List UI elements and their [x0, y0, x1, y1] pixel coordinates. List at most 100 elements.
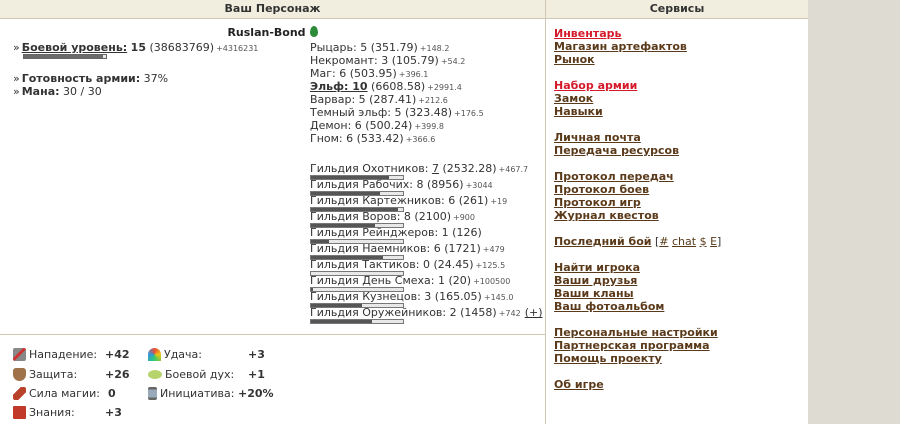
faction-level-delta: +366.6	[405, 135, 436, 144]
guild-entry: Гильдия Воров: 8 (2100) +900	[310, 210, 542, 228]
guild-name: Гильдия Рабочих: 8	[310, 178, 424, 191]
combat-level-label[interactable]: Боевой уровень:	[22, 41, 127, 54]
rainbow-icon	[148, 348, 161, 361]
guild-entry: Гильдия День Смеха: 1 (20) +100500	[310, 274, 542, 292]
link-last-battle-chat[interactable]: chat	[672, 235, 696, 248]
character-panel: Ваш Персонаж Ruslan-Bond » Боевой уровень…	[0, 0, 546, 424]
faction-level-label: Варвар: 5 (287.41)	[310, 93, 417, 106]
combat-level-progress	[23, 54, 107, 59]
link-quest-log[interactable]: Журнал квестов	[554, 209, 659, 222]
guild-name: Гильдия Картежников: 6	[310, 194, 456, 207]
guild-points: (2532.28)	[438, 162, 497, 175]
link-army[interactable]: Набор армии	[554, 79, 637, 92]
faction-level-delta: +399.8	[414, 122, 444, 131]
faction-level-delta: +54.2	[440, 57, 466, 66]
guild-expand-link[interactable]: (+)	[525, 306, 543, 319]
guild-points: (1721)	[440, 242, 481, 255]
faction-level: Некромант: 3 (105.79) +54.2	[310, 54, 540, 67]
mana-label: Мана:	[21, 85, 60, 98]
link-last-battle[interactable]: Последний бой	[554, 235, 651, 248]
link-inventory[interactable]: Инвентарь	[554, 27, 621, 40]
guild-delta: +479	[482, 245, 505, 254]
mana-value: 30 / 30	[63, 85, 102, 98]
faction-level-delta: +148.2	[419, 44, 450, 53]
hero-stats: » Боевой уровень: 15 (38683769) +4316231 »…	[13, 41, 303, 98]
guild-line: Гильдия Оружейников: 2 (1458) +742 (+)	[310, 306, 543, 319]
attr-morale: Боевой дух: +1	[148, 367, 265, 383]
faction-level: Варвар: 5 (287.41) +212.6	[310, 93, 540, 106]
faction-levels: Рыцарь: 5 (351.79) +148.2 Некромант: 3 (10…	[310, 41, 540, 145]
guild-levels: Гильдия Охотников: 7 (2532.28) +467.7 Гиль…	[310, 162, 543, 324]
guild-entry: Гильдия Рабочих: 8 (8956) +3044	[310, 178, 542, 196]
link-clans[interactable]: Ваши кланы	[554, 287, 634, 300]
combat-level-delta: +4316231	[216, 44, 259, 53]
link-partner[interactable]: Партнерская программа	[554, 339, 710, 352]
guild-entry: Гильдия Кузнецов: 3 (165.05) +145.0	[310, 290, 542, 308]
army-ready-label: Готовность армии:	[21, 72, 141, 85]
hero-name: Ruslan-Bond	[227, 26, 306, 39]
guild-line: Гильдия Тактиков: 0 (24.45) +125.5	[310, 258, 542, 271]
army-ready-value: 37%	[143, 72, 169, 85]
link-help[interactable]: Помощь проекту	[554, 352, 662, 365]
guild-points: (165.05)	[431, 290, 482, 303]
faction-level: Темный эльф: 5 (323.48) +176.5	[310, 106, 540, 119]
guild-level-link[interactable]: 7	[432, 162, 439, 175]
link-last-battle-hash[interactable]: #	[659, 235, 668, 248]
guild-line: Гильдия Охотников: 7 (2532.28) +467.7	[310, 162, 542, 175]
guild-delta: +742	[498, 309, 521, 318]
services-panel-header: Сервисы	[546, 0, 808, 19]
guild-name: Гильдия Наемников: 6	[310, 242, 441, 255]
page: Ваш Персонаж Ruslan-Bond » Боевой уровень…	[0, 0, 900, 424]
guild-entry: Гильдия Оружейников: 2 (1458) +742 (+)	[310, 306, 543, 324]
arrow-icon: »	[13, 41, 20, 54]
magic-wand-icon	[13, 387, 26, 400]
link-transfer-log[interactable]: Протокол передач	[554, 170, 674, 183]
link-settings[interactable]: Персональные настройки	[554, 326, 718, 339]
combat-level: » Боевой уровень: 15 (38683769) +4316231	[13, 41, 303, 54]
link-skills[interactable]: Навыки	[554, 105, 603, 118]
link-artifact-shop[interactable]: Магазин артефактов	[554, 40, 687, 53]
link-about[interactable]: Об игре	[554, 378, 604, 391]
faction-level-label: Некромант: 3 (105.79)	[310, 54, 439, 67]
mana: » Мана: 30 / 30	[13, 85, 303, 98]
guild-line: Гильдия Наемников: 6 (1721) +479	[310, 242, 542, 255]
faction-level-exp: (6608.58)	[367, 80, 426, 93]
combat-level-exp: (38683769)	[149, 41, 215, 54]
guild-points: (1458)	[456, 306, 497, 319]
services-panel: Сервисы Инвентарь Магазин артефактов Рын…	[546, 0, 808, 424]
link-battle-log[interactable]: Протокол боев	[554, 183, 649, 196]
guild-name: Гильдия Воров: 8	[310, 210, 411, 223]
link-market[interactable]: Рынок	[554, 53, 595, 66]
guild-line: Гильдия Рабочих: 8 (8956) +3044	[310, 178, 542, 191]
shield-icon	[13, 368, 26, 381]
character-panel-header: Ваш Персонаж	[0, 0, 545, 19]
link-last-battle-e[interactable]: E	[710, 235, 717, 248]
guild-delta: +145.0	[483, 293, 514, 302]
guild-entry: Гильдия Рейнджеров: 1 (126)	[310, 226, 542, 244]
faction-level: Эльф: 10 (6608.58) +2991.4	[310, 80, 540, 93]
faction-level-label: Демон: 6 (500.24)	[310, 119, 413, 132]
guild-name: Гильдия День Смеха: 1	[310, 274, 445, 287]
guild-progress-fill	[311, 320, 372, 323]
faction-level-label: Темный эльф: 5 (323.48)	[310, 106, 453, 119]
link-album[interactable]: Ваш фотоальбом	[554, 300, 664, 313]
attr-luck: Удача: +3	[148, 347, 265, 363]
faction-level: Демон: 6 (500.24) +399.8	[310, 119, 540, 132]
attr-knowledge: Знания: +3	[13, 405, 122, 421]
link-last-battle-dollar[interactable]: $	[700, 235, 707, 248]
faction-level-main[interactable]: Эльф: 10	[310, 80, 368, 93]
link-game-log[interactable]: Протокол игр	[554, 196, 641, 209]
link-castle[interactable]: Замок	[554, 92, 593, 105]
hourglass-icon	[148, 387, 157, 400]
link-transfer[interactable]: Передача ресурсов	[554, 144, 679, 157]
link-find-player[interactable]: Найти игрока	[554, 261, 640, 274]
faction-level-label: Рыцарь: 5 (351.79)	[310, 41, 418, 54]
arrow-icon: »	[13, 72, 20, 85]
link-mail[interactable]: Личная почта	[554, 131, 641, 144]
faction-level-delta: +212.6	[418, 96, 448, 105]
guild-delta: +100500	[473, 277, 511, 286]
combat-level-progress-fill	[24, 55, 103, 58]
attr-spellpower: Сила магии: 0	[13, 386, 116, 402]
guild-points: (8956)	[423, 178, 464, 191]
link-friends[interactable]: Ваши друзья	[554, 274, 637, 287]
